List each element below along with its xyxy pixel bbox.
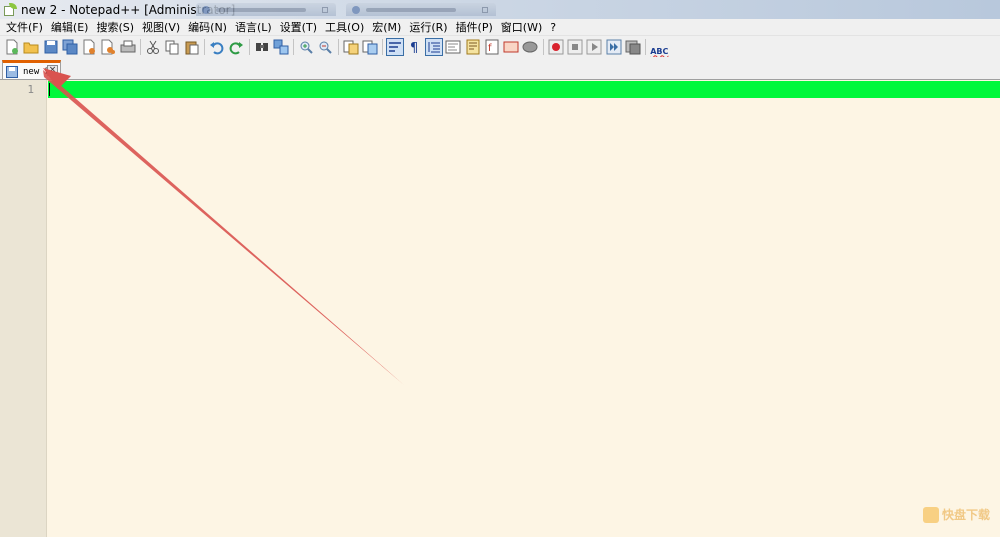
toolbar-separator <box>382 38 384 55</box>
zoom-out-icon[interactable] <box>317 39 333 55</box>
toolbar-separator <box>337 38 339 55</box>
spell-check-label: ABC <box>650 46 669 56</box>
menu-search[interactable]: 搜索(S) <box>92 19 138 36</box>
print-icon[interactable] <box>120 39 136 55</box>
macro-stop-icon[interactable] <box>567 39 583 55</box>
menu-edit[interactable]: 编辑(E) <box>47 19 93 36</box>
toolbar: ¶ f ABC <box>0 36 1000 57</box>
new-file-icon[interactable] <box>4 39 20 55</box>
svg-text:f: f <box>488 43 492 54</box>
toolbar-separator <box>293 38 295 55</box>
save-icon[interactable] <box>43 39 59 55</box>
title-bar: new 2 - Notepad++ [Administrator] <box>0 0 1000 19</box>
folder-as-workspace-icon[interactable] <box>503 39 519 55</box>
toolbar-separator <box>140 38 142 55</box>
cut-icon[interactable] <box>145 39 161 55</box>
menu-help[interactable]: ? <box>546 19 560 36</box>
redo-icon[interactable] <box>228 39 244 55</box>
watermark-text: 快盘下载 <box>941 508 990 522</box>
document-tab-new-2[interactable]: new 2 × <box>2 60 61 80</box>
paste-icon[interactable] <box>184 39 200 55</box>
show-all-characters-icon[interactable]: ¶ <box>407 39 423 55</box>
save-all-icon[interactable] <box>62 39 78 55</box>
line-number-gutter: 1 <box>0 80 47 537</box>
function-list-icon[interactable]: f <box>484 39 500 55</box>
close-all-icon[interactable] <box>100 39 116 55</box>
macro-record-icon[interactable] <box>548 39 564 55</box>
replace-icon[interactable] <box>273 39 289 55</box>
menu-language[interactable]: 语言(L) <box>231 19 276 36</box>
toolbar-separator <box>645 38 647 55</box>
menu-file[interactable]: 文件(F) <box>2 19 47 36</box>
sync-vertical-icon[interactable] <box>343 39 359 55</box>
notepadpp-app-icon <box>3 2 17 17</box>
close-file-icon[interactable] <box>81 39 97 55</box>
user-defined-language-icon[interactable] <box>445 39 461 55</box>
background-browser-tab[interactable] <box>196 3 336 16</box>
document-tab-bar: new 2 × <box>0 57 1000 80</box>
undo-icon[interactable] <box>209 39 225 55</box>
word-wrap-icon[interactable] <box>386 37 405 56</box>
current-line-highlight <box>48 81 1000 98</box>
background-browser-tab[interactable] <box>346 3 496 16</box>
indent-guide-icon[interactable] <box>424 37 443 56</box>
watermark: 快盘下载 <box>922 506 990 523</box>
toolbar-separator <box>542 38 544 55</box>
menu-run[interactable]: 运行(R) <box>405 19 451 36</box>
menu-window[interactable]: 窗口(W) <box>497 19 546 36</box>
macro-run-multiple-icon[interactable] <box>606 39 622 55</box>
editor-area[interactable]: 1 <box>0 80 1000 537</box>
text-caret <box>49 83 50 96</box>
find-icon[interactable] <box>254 39 270 55</box>
zoom-in-icon[interactable] <box>298 39 314 55</box>
spell-check-icon[interactable]: ABC <box>650 39 669 56</box>
menu-settings[interactable]: 设置(T) <box>276 19 321 36</box>
line-number: 1 <box>27 83 34 96</box>
menu-macro[interactable]: 宏(M) <box>368 19 405 36</box>
document-map-icon[interactable] <box>465 39 481 55</box>
open-folder-icon[interactable] <box>23 39 39 55</box>
toolbar-separator <box>248 38 250 55</box>
macro-play-icon[interactable] <box>586 39 602 55</box>
saved-state-icon <box>6 65 18 78</box>
svg-text:¶: ¶ <box>410 41 418 55</box>
monitoring-icon[interactable] <box>522 39 538 55</box>
menu-encoding[interactable]: 编码(N) <box>184 19 231 36</box>
toolbar-separator <box>203 38 205 55</box>
menu-plugins[interactable]: 插件(P) <box>452 19 497 36</box>
copy-icon[interactable] <box>164 39 180 55</box>
menu-bar: 文件(F) 编辑(E) 搜索(S) 视图(V) 编码(N) 语言(L) 设置(T… <box>0 19 1000 36</box>
macro-save-icon[interactable] <box>625 39 641 55</box>
watermark-logo-icon <box>922 506 939 523</box>
close-tab-icon[interactable]: × <box>47 65 58 76</box>
sync-horizontal-icon[interactable] <box>362 39 378 55</box>
menu-view[interactable]: 视图(V) <box>138 19 184 36</box>
menu-tools[interactable]: 工具(O) <box>321 19 368 36</box>
